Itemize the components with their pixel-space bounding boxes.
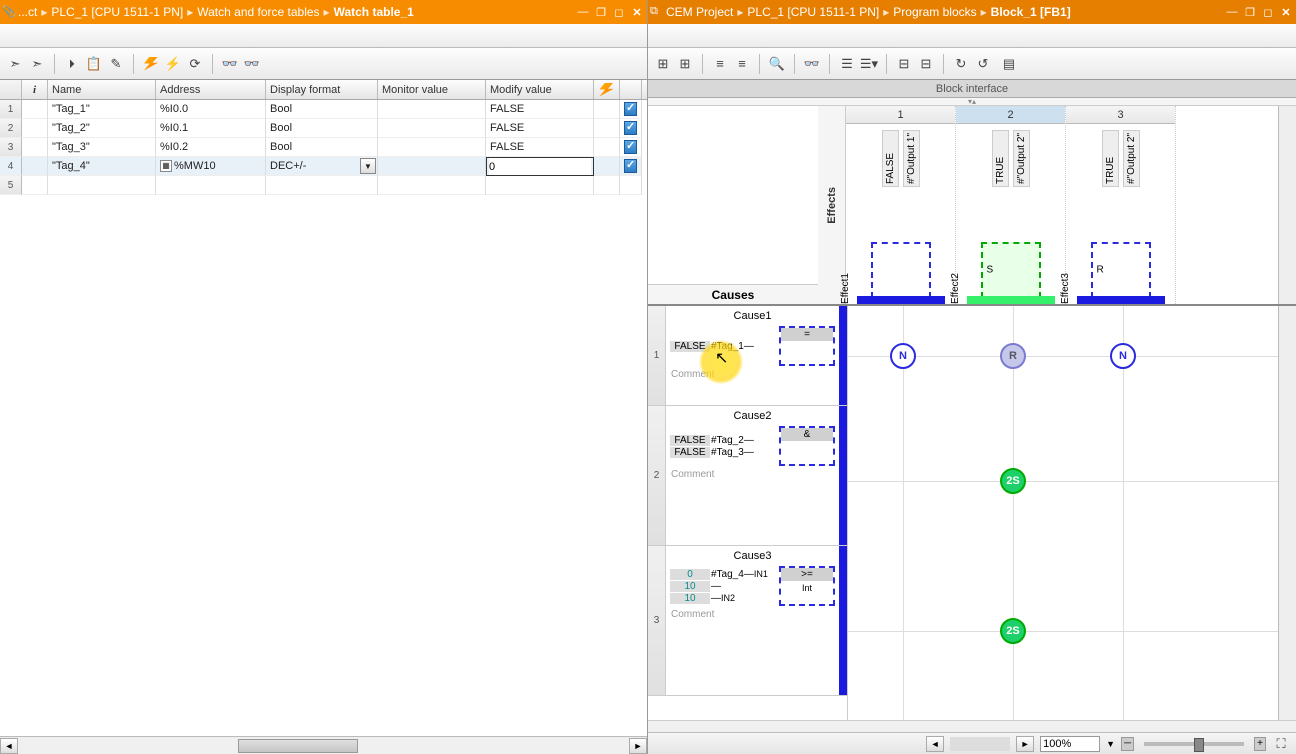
zoom-fit-icon[interactable]: ⛶ xyxy=(1272,735,1290,753)
align-right-icon[interactable]: ≡ xyxy=(733,55,751,73)
insert-row-icon[interactable]: ➣ xyxy=(6,55,24,73)
close-button[interactable]: ✕ xyxy=(1278,4,1294,20)
zoom-in-button[interactable]: + xyxy=(1254,737,1266,751)
intersection-node[interactable]: N xyxy=(890,343,916,369)
scroll-right-button[interactable]: ► xyxy=(1016,736,1034,752)
intersection-matrix[interactable]: N R N 2S 2S xyxy=(848,306,1278,720)
cause-row[interactable]: 3Cause30#Tag_4—IN110—10—IN2>=IntComment xyxy=(648,546,847,696)
goto-def-icon[interactable]: ↺ xyxy=(974,55,992,73)
cem-editor-pane: ⧉ CEM Project▸PLC_1 [CPU 1511-1 PN]▸Prog… xyxy=(648,0,1296,754)
add-new-row[interactable]: 5 xyxy=(0,176,647,195)
monitor-column-header[interactable]: Monitor value xyxy=(378,80,486,99)
minimize-button[interactable]: — xyxy=(575,4,591,20)
sidebar-toggle-icon[interactable]: ▤ xyxy=(1000,55,1018,73)
struct-add-icon[interactable]: ⊟ xyxy=(917,55,935,73)
breadcrumb[interactable]: ...ct▸PLC_1 [CPU 1511-1 PN]▸Watch and fo… xyxy=(18,5,414,19)
glasses-icon[interactable]: 👓 xyxy=(803,55,821,73)
left-titlebar: 📎 ...ct▸PLC_1 [CPU 1511-1 PN]▸Watch and … xyxy=(0,0,647,24)
modify-value-input[interactable] xyxy=(489,158,591,175)
modify-icon[interactable]: ✎ xyxy=(107,55,125,73)
scrollbar-thumb[interactable] xyxy=(238,739,358,753)
enable-periph-icon[interactable]: ⟳ xyxy=(186,55,204,73)
restore-button[interactable]: ❐ xyxy=(593,4,609,20)
cause-row[interactable]: 2Cause2FALSE#Tag_2—FALSE#Tag_3—&Comment xyxy=(648,406,847,546)
block-interface-bar[interactable]: Block interface xyxy=(648,80,1296,98)
close-button[interactable]: ✕ xyxy=(629,4,645,20)
cause-row[interactable]: 1Cause1FALSE#Tag_1—=Comment xyxy=(648,306,847,406)
struct-icon[interactable]: ⊟ xyxy=(895,55,913,73)
modify-now-icon[interactable]: ⚡ xyxy=(164,55,182,73)
zoom-out-button[interactable]: ─ xyxy=(1121,737,1134,751)
goto-ref-icon[interactable]: ↻ xyxy=(952,55,970,73)
effect-column[interactable]: 2TRUE#"Output 2"Effect2S xyxy=(956,106,1066,304)
modify-checkbox[interactable] xyxy=(624,140,637,154)
effect-column[interactable]: 3TRUE#"Output 2"Effect3R xyxy=(1066,106,1176,304)
scroll-left-button[interactable]: ◄ xyxy=(0,738,18,754)
breadcrumb[interactable]: CEM Project▸PLC_1 [CPU 1511-1 PN]▸Progra… xyxy=(666,5,1071,19)
work-area-header xyxy=(648,24,1296,48)
work-area-header xyxy=(0,24,647,48)
table-row[interactable]: 4"Tag_4"▦%MW10DEC+/-▼ xyxy=(0,157,647,176)
intersection-node[interactable]: N xyxy=(1110,343,1136,369)
causes-header: Causes xyxy=(648,284,818,304)
address-column-header[interactable]: Address xyxy=(156,80,266,99)
add-effect-button[interactable] xyxy=(1176,106,1206,304)
modify-checkbox[interactable] xyxy=(624,121,637,135)
name-column-header[interactable]: Name xyxy=(48,80,156,99)
add-effect-icon[interactable]: ⊞ xyxy=(676,55,694,73)
flash-column-header xyxy=(594,80,620,99)
scroll-left-button[interactable]: ◄ xyxy=(926,736,944,752)
watch-toolbar: ➣ ➣ 🞂 📋 ✎ ⚡ ⟳ 👓 👓 xyxy=(0,48,647,80)
attachment-icon: 📎 xyxy=(2,5,16,19)
effect-column[interactable]: 1FALSE#"Output 1"Effect1 xyxy=(846,106,956,304)
glasses-on-icon[interactable]: 👓 xyxy=(221,55,239,73)
table-row[interactable]: 3"Tag_3"%I0.2BoolFALSE xyxy=(0,138,647,157)
modify-column-header[interactable]: Modify value xyxy=(486,80,594,99)
table-row[interactable]: 1"Tag_1"%I0.0BoolFALSE xyxy=(0,100,647,119)
modify-checkbox[interactable] xyxy=(624,102,637,116)
format-column-header[interactable]: Display format xyxy=(266,80,378,99)
restore-button[interactable]: ❐ xyxy=(1242,4,1258,20)
cause-list: 1Cause1FALSE#Tag_1—=Comment2Cause2FALSE#… xyxy=(648,306,848,720)
cem-matrix-area: Causes Effects 1FALSE#"Output 1"Effect12… xyxy=(648,106,1296,754)
monitor-once-icon[interactable]: 📋 xyxy=(85,55,103,73)
maximize-button[interactable]: ◻ xyxy=(611,4,627,20)
glasses-off-icon[interactable]: 👓 xyxy=(243,55,261,73)
watch-table-pane: 📎 ...ct▸PLC_1 [CPU 1511-1 PN]▸Watch and … xyxy=(0,0,648,754)
list-icon[interactable]: ☰ xyxy=(838,55,856,73)
flash-modify-icon[interactable] xyxy=(142,55,160,73)
zoom-input[interactable] xyxy=(1040,736,1100,752)
list-dd-icon[interactable]: ☰▾ xyxy=(860,55,878,73)
cursor-icon: ↖ xyxy=(715,348,728,368)
modify-checkbox[interactable] xyxy=(624,159,637,173)
zoom-slider[interactable] xyxy=(1144,742,1244,746)
cem-toolbar: ⊞ ⊞ ≡ ≡ 🔍 👓 ☰ ☰▾ ⊟ ⊟ ↻ ↺ ▤ xyxy=(648,48,1296,80)
vertical-scrollbar[interactable] xyxy=(1278,106,1296,304)
insert-row-below-icon[interactable]: ➣ xyxy=(28,55,46,73)
expand-interface-button[interactable]: ▾▴ xyxy=(648,98,1296,106)
table-header: i Name Address Display format Monitor va… xyxy=(0,80,647,100)
zoom-dropdown-icon[interactable]: ▼ xyxy=(1106,739,1115,749)
right-titlebar: ⧉ CEM Project▸PLC_1 [CPU 1511-1 PN]▸Prog… xyxy=(648,0,1296,24)
intersection-node[interactable]: 2S xyxy=(1000,618,1026,644)
search-icon[interactable]: 🔍 xyxy=(768,55,786,73)
info-column-header[interactable]: i xyxy=(22,80,48,99)
add-cause-icon[interactable]: ⊞ xyxy=(654,55,672,73)
vertical-scrollbar[interactable] xyxy=(1278,306,1296,720)
minimize-button[interactable]: — xyxy=(1224,4,1240,20)
intersection-node[interactable]: R xyxy=(1000,343,1026,369)
scroll-right-button[interactable]: ► xyxy=(629,738,647,754)
table-row[interactable]: 2"Tag_2"%I0.1BoolFALSE xyxy=(0,119,647,138)
intersection-node[interactable]: 2S xyxy=(1000,468,1026,494)
ruler xyxy=(648,720,1296,732)
maximize-button[interactable]: ◻ xyxy=(1260,4,1276,20)
align-left-icon[interactable]: ≡ xyxy=(711,55,729,73)
link-icon: ⧉ xyxy=(650,5,664,19)
watch-table[interactable]: i Name Address Display format Monitor va… xyxy=(0,80,647,754)
monitor-all-icon[interactable]: 🞂 xyxy=(63,55,81,73)
horizontal-scrollbar[interactable]: ◄ ► xyxy=(0,736,647,754)
status-bar: ◄ ► ▼ ─ + ⛶ xyxy=(648,732,1296,754)
